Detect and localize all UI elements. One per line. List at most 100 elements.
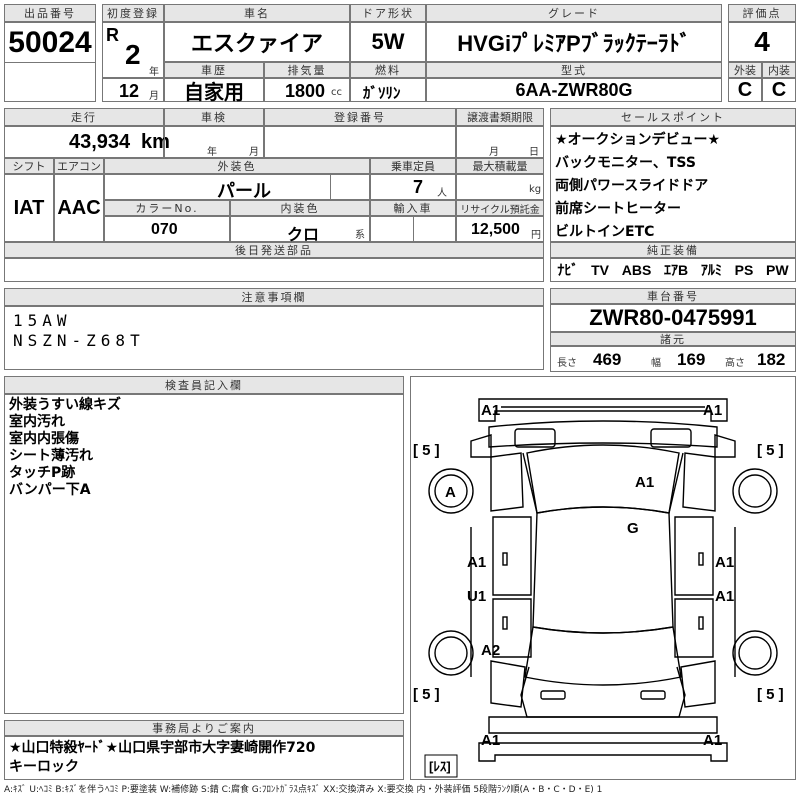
sales-point-item: 両側パワースライドドア	[555, 178, 709, 194]
inspector-label: 検査員記入欄	[4, 376, 404, 394]
shift-label: シフト	[4, 158, 54, 174]
sales-point-item: 前席シートヒーター	[555, 201, 681, 217]
exterior-grade-label: 外装	[728, 62, 762, 78]
recycle-label: リサイクル預託金	[456, 200, 544, 216]
score-label: 評価点	[728, 4, 796, 22]
inspector-line: 室内内張傷	[9, 431, 79, 447]
damage-mark: A1	[703, 402, 722, 419]
door-type: 5W	[371, 29, 405, 54]
inspector-line: タッチP跡	[9, 465, 76, 481]
divider	[413, 217, 414, 241]
equipment-item: ｴｱB	[664, 262, 689, 278]
month-unit: 月	[149, 91, 159, 102]
tire-grade: [ 5 ]	[413, 686, 440, 703]
lot-number: 50024	[8, 25, 92, 59]
length-value: 469	[593, 350, 622, 369]
spare-tire-label: [ﾚｽ]	[429, 759, 451, 774]
sales-points-label: セールスポイント	[550, 108, 796, 126]
height-value: 182	[757, 350, 786, 369]
office-notes: ★山口特殺ﾔｰﾄﾞ★山口県宇部市大字妻崎開作720 キーロック	[4, 736, 404, 780]
equipment-item: TV	[591, 262, 609, 278]
mileage: 43,934	[69, 131, 131, 153]
first-registration-label: 初度登録	[102, 4, 164, 22]
tire-grade: [ 5 ]	[757, 442, 784, 459]
air-conditioner: AAC	[57, 196, 101, 219]
ac-label: エアコン	[54, 158, 104, 174]
inspection-cell: 年 月	[164, 126, 264, 158]
sales-point-item: ビルトインETC	[555, 224, 655, 240]
registration-month: 12	[119, 81, 140, 101]
damage-mark: A2	[481, 642, 500, 659]
model-code: 6AA-ZWR80G	[515, 79, 633, 100]
sales-points-list: ★オークションデビュー★ バックモニター、TSS 両側パワースライドドア 前席シ…	[550, 126, 796, 242]
fuel-label: 燃料	[350, 62, 426, 78]
inspector-line: バンパー下A	[9, 482, 91, 498]
later-parts-label: 後日発送部品	[4, 242, 544, 258]
interior-grade: C	[771, 78, 787, 101]
year-unit: 年	[149, 67, 159, 78]
lot-number-label: 出品番号	[4, 4, 96, 22]
equipment-item: ｱﾙﾐ	[700, 262, 722, 278]
width-value: 169	[677, 350, 706, 369]
sales-point-item: バックモニター、TSS	[555, 155, 696, 171]
exterior-grade: C	[737, 78, 753, 101]
inspector-line: 室内汚れ	[9, 414, 65, 430]
registration-number-label: 登録番号	[264, 108, 456, 126]
tire-grade: [ 5 ]	[757, 686, 784, 703]
import-cell	[370, 216, 456, 242]
note-line: NSZN-Z68T	[13, 331, 145, 350]
equipment-list: ﾅﾋﾞ TV ABS ｴｱB ｱﾙﾐ PS PW	[550, 258, 796, 282]
inspection-label: 車検	[164, 108, 264, 126]
mileage-label: 走行	[4, 108, 164, 126]
interior-grade-label: 内装	[762, 62, 796, 78]
door-label: ドア形状	[350, 4, 426, 22]
damage-diagram: A1 A1 A1 G A A1 A1 U1 A1 A2 A1 A1 [ 5 ] …	[410, 376, 796, 780]
equipment-item: PW	[766, 262, 789, 278]
model-label: 型式	[426, 62, 722, 78]
car-name-label: 車名	[164, 4, 350, 22]
later-parts-cell	[4, 258, 544, 282]
car-diagram-svg: A1 A1 A1 G A A1 A1 U1 A1 A2 A1 A1 [ 5 ] …	[413, 398, 784, 778]
chassis-label: 車台番号	[550, 288, 796, 304]
damage-mark: A1	[481, 402, 500, 419]
equipment-item: ﾅﾋﾞ	[557, 262, 579, 278]
registration-month-cell: 12 月	[102, 78, 164, 102]
damage-mark: A1	[467, 554, 486, 571]
car-history: 自家用	[184, 81, 244, 104]
transfer-deadline-label: 譲渡書類期限	[456, 108, 544, 126]
dimensions-label: 諸元	[550, 332, 796, 346]
damage-mark: A1	[481, 732, 500, 749]
notes-body: 15AW NSZN-Z68T	[4, 306, 544, 370]
grade-label: グレード	[426, 4, 722, 22]
first-registration-cell: R 2 年	[102, 22, 164, 78]
notes-label: 注意事項欄	[4, 288, 544, 306]
damage-mark: A	[445, 484, 456, 501]
grade: HVGiﾌﾟﾚﾐｱPﾌﾞﾗｯｸﾃｰﾗﾄﾞ	[457, 31, 691, 56]
exterior-color-label: 外装色	[104, 158, 370, 174]
inspector-line: 外装うすい線キズ	[9, 397, 121, 413]
equipment-item: ABS	[621, 262, 652, 278]
registration-number-cell	[264, 126, 456, 158]
displacement-label: 排気量	[264, 62, 350, 78]
dimensions-row: 長さ 469 幅 169 高さ 182	[550, 346, 796, 372]
inspector-line: シート薄汚れ	[9, 448, 93, 464]
divider	[330, 174, 331, 200]
damage-mark: A1	[635, 474, 654, 491]
office-line: ★山口特殺ﾔｰﾄﾞ★山口県宇部市大字妻崎開作720	[9, 740, 316, 756]
displacement: 1800	[285, 81, 326, 101]
note-line: 15AW	[13, 311, 72, 330]
damage-mark: U1	[467, 588, 486, 605]
tire-grade: [ 5 ]	[413, 442, 440, 459]
color-number: 070	[151, 221, 178, 238]
damage-mark: G	[627, 520, 639, 537]
office-line: キーロック	[9, 759, 79, 775]
car-name: エスクァイア	[190, 31, 323, 56]
color-number-label: カラーNo.	[104, 200, 230, 216]
max-load-label: 最大積載量	[456, 158, 544, 174]
legend: A:ｷｽﾞ U:ﾍｺﾐ B:ｷｽﾞを伴うﾍｺﾐ P:要塗装 W:補修跡 S:錆 …	[4, 785, 603, 795]
score: 4	[754, 26, 770, 57]
damage-mark: A1	[703, 732, 722, 749]
displacement-unit: cc	[331, 87, 342, 98]
registration-year: 2	[125, 39, 141, 70]
fuel-type: ｶﾞｿﾘﾝ	[363, 85, 401, 102]
